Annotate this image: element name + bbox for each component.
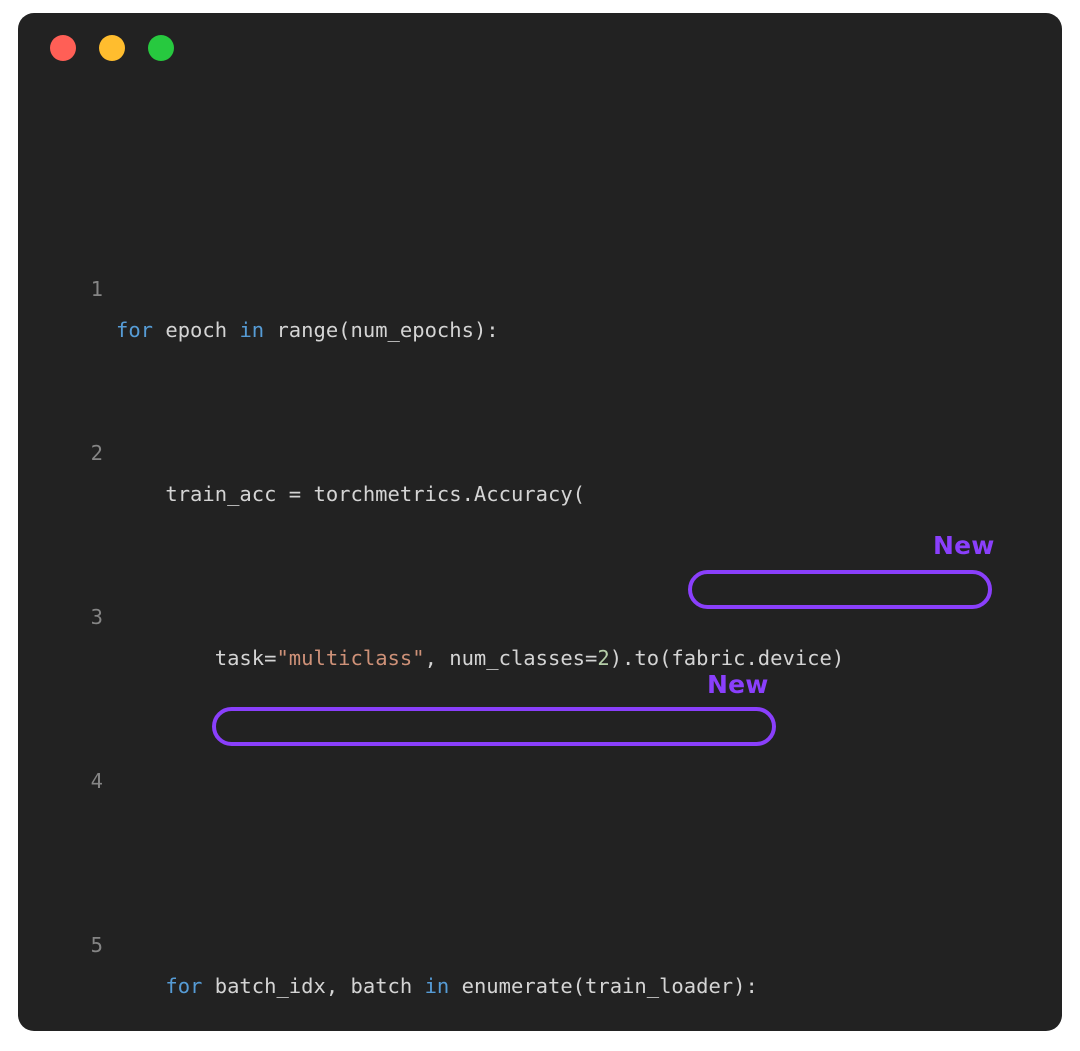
code-window-card: 1 for epoch in range(num_epochs): 2 trai… [18, 13, 1062, 1031]
code-line-text: for epoch in range(num_epochs): [116, 318, 499, 342]
window-titlebar [18, 13, 1062, 71]
code-line: 5 for batch_idx, batch in enumerate(trai… [18, 884, 1062, 998]
code-line-text: for batch_idx, batch in enumerate(train_… [165, 974, 758, 998]
code-line: 3 task="multiclass", num_classes=2).to(f… [18, 556, 1062, 670]
annotation-label-new-2: New [707, 670, 769, 699]
line-number: 5 [90, 933, 103, 957]
code-line-text: train_acc = torchmetrics.Accuracy( [116, 482, 585, 506]
line-number: 4 [90, 769, 103, 793]
maximize-window-button[interactable] [148, 35, 174, 61]
annotation-label-new-1: New [933, 531, 995, 560]
line-number: 1 [90, 277, 103, 301]
code-editor-area[interactable]: 1 for epoch in range(num_epochs): 2 trai… [18, 105, 1062, 1031]
code-line: 4 [18, 720, 1062, 793]
code-line: 2 train_acc = torchmetrics.Accuracy( [18, 392, 1062, 506]
screenshot-root: 1 for epoch in range(num_epochs): 2 trai… [0, 0, 1080, 1051]
line-number: 2 [90, 441, 103, 465]
code-line: 1 for epoch in range(num_epochs): [18, 228, 1062, 342]
close-window-button[interactable] [50, 35, 76, 61]
line-number: 3 [90, 605, 103, 629]
minimize-window-button[interactable] [99, 35, 125, 61]
